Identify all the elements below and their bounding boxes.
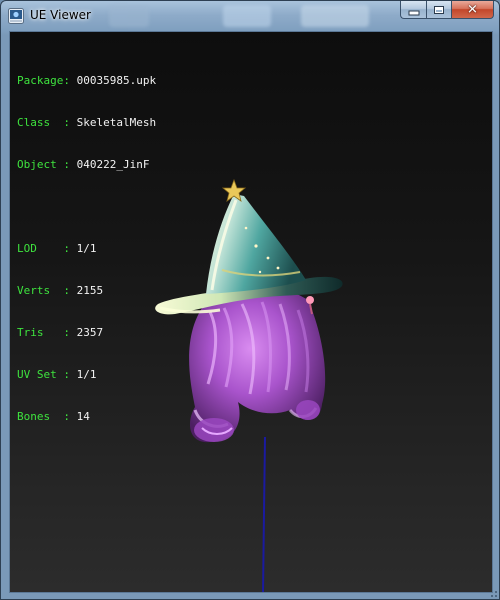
info-value-verts: 2155 [76,284,104,297]
info-label-bones: Bones [17,410,51,423]
info-value-class: SkeletalMesh [76,116,157,129]
close-button[interactable]: ✕ [451,1,494,19]
info-value-package: 00035985.upk [76,74,157,87]
info-label-package: Package [17,74,64,87]
info-row-bones: Bones : 14 [17,410,90,423]
ue-viewer-icon[interactable] [8,8,24,24]
info-label-object: Object [17,158,57,171]
info-row-verts: Verts : 2155 [17,284,104,297]
bone-line [262,436,266,592]
info-label-tris: Tris [17,326,44,339]
mesh-info-panel: Package: 00035985.upk Class : SkeletalMe… [17,46,156,452]
info-row-tris: Tris : 2357 [17,326,104,339]
info-row-object: Object : 040222_JinF [17,158,150,171]
maximize-icon [434,5,444,14]
info-row-package: Package: 00035985.upk [17,74,157,87]
info-spacer [17,200,156,214]
caption-buttons: ✕ [400,1,494,20]
3d-viewport[interactable]: Package: 00035985.upk Class : SkeletalMe… [9,31,493,593]
window-title: UE Viewer [30,8,91,22]
info-value-lod: 1/1 [76,242,97,255]
resize-grip-icon[interactable] [487,587,499,599]
info-label-verts: Verts [17,284,51,297]
title-bar[interactable]: UE Viewer ✕ [1,1,499,31]
info-label-class: Class [17,116,51,129]
info-row-uv-set: UV Set : 1/1 [17,368,97,381]
info-row-lod: LOD : 1/1 [17,242,97,255]
hat-mesh [155,178,343,315]
info-value-bones: 14 [76,410,90,423]
info-value-object: 040222_JinF [76,158,150,171]
info-row-class: Class : SkeletalMesh [17,116,157,129]
info-value-tris: 2357 [76,326,104,339]
info-value-uv-set: 1/1 [76,368,97,381]
close-icon: ✕ [467,2,478,17]
maximize-button[interactable] [426,1,451,19]
minimize-button[interactable] [400,1,426,19]
info-label-lod: LOD [17,242,37,255]
ue-viewer-window: UE Viewer ✕ Package: 00035985.upk Class … [0,0,500,600]
minimize-icon [408,10,419,15]
info-label-uv-set: UV Set [17,368,57,381]
